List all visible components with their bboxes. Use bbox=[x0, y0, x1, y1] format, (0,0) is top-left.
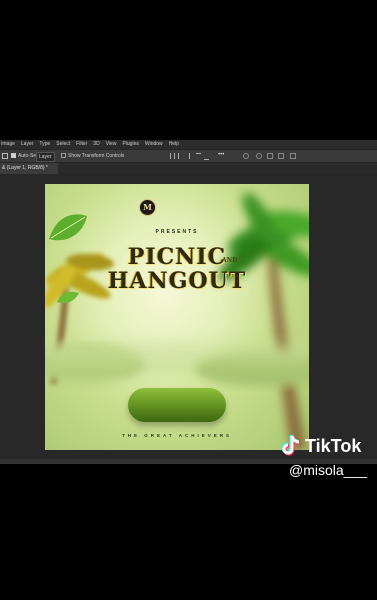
3d-slide-icon[interactable] bbox=[278, 153, 284, 159]
menu-layer[interactable]: Layer bbox=[21, 140, 34, 149]
poster-tagline: THE GREAT ACHIEVERS bbox=[121, 433, 232, 438]
align-bottom-icon[interactable] bbox=[204, 153, 209, 160]
leaf-decoration-top bbox=[49, 214, 87, 241]
3d-drag-icon[interactable] bbox=[267, 153, 273, 159]
align-left-icon[interactable] bbox=[170, 153, 175, 159]
document-tab[interactable]: & (Layer 1, RGB/8) * bbox=[0, 163, 58, 174]
menu-window[interactable]: Window bbox=[145, 140, 163, 149]
tiktok-handle: @misola___ bbox=[289, 462, 368, 478]
menu-type[interactable]: Type bbox=[39, 140, 50, 149]
align-right-icon[interactable] bbox=[186, 153, 190, 159]
align-center-icon[interactable] bbox=[178, 153, 182, 159]
menu-select[interactable]: Select bbox=[56, 140, 70, 149]
tiktok-brand-text: TikTok bbox=[305, 436, 362, 456]
show-transform-label: Show Transform Controls bbox=[68, 153, 125, 159]
options-bar: Auto-Select: Layer Show Transform Contro… bbox=[0, 149, 377, 163]
menu-3d[interactable]: 3D bbox=[93, 140, 99, 149]
menu-plugins[interactable]: Plugins bbox=[122, 140, 138, 149]
show-transform-checkbox[interactable] bbox=[61, 153, 66, 158]
move-tool-icon[interactable] bbox=[2, 153, 8, 159]
presents-text: PRESENTS bbox=[155, 229, 199, 235]
3d-scale-icon[interactable] bbox=[290, 153, 296, 159]
3d-orbit-icon[interactable] bbox=[243, 153, 249, 159]
align-top-icon[interactable] bbox=[196, 153, 201, 160]
poster-title-line1: PICNIC bbox=[127, 244, 227, 270]
auto-select-checkbox[interactable] bbox=[11, 153, 16, 158]
tiktok-logo-icon bbox=[281, 434, 301, 456]
auto-select-dropdown[interactable]: Layer bbox=[36, 152, 55, 162]
brand-logo-badge: M bbox=[139, 199, 156, 216]
3d-roll-icon[interactable] bbox=[256, 153, 262, 159]
poster-title-and: AND bbox=[222, 257, 238, 264]
palm-tree-right bbox=[218, 192, 309, 450]
menu-image[interactable]: Image bbox=[1, 140, 15, 149]
menu-filter[interactable]: Filter bbox=[76, 140, 87, 149]
more-options-button[interactable]: ••• bbox=[218, 152, 224, 158]
menu-view[interactable]: View bbox=[106, 140, 117, 149]
menu-bar: Image Layer Type Select Filter 3D View P… bbox=[0, 140, 377, 149]
poster-title-line2: HANGOUT bbox=[107, 268, 247, 294]
green-pill-shape bbox=[128, 388, 226, 422]
menu-help[interactable]: Help bbox=[169, 140, 179, 149]
